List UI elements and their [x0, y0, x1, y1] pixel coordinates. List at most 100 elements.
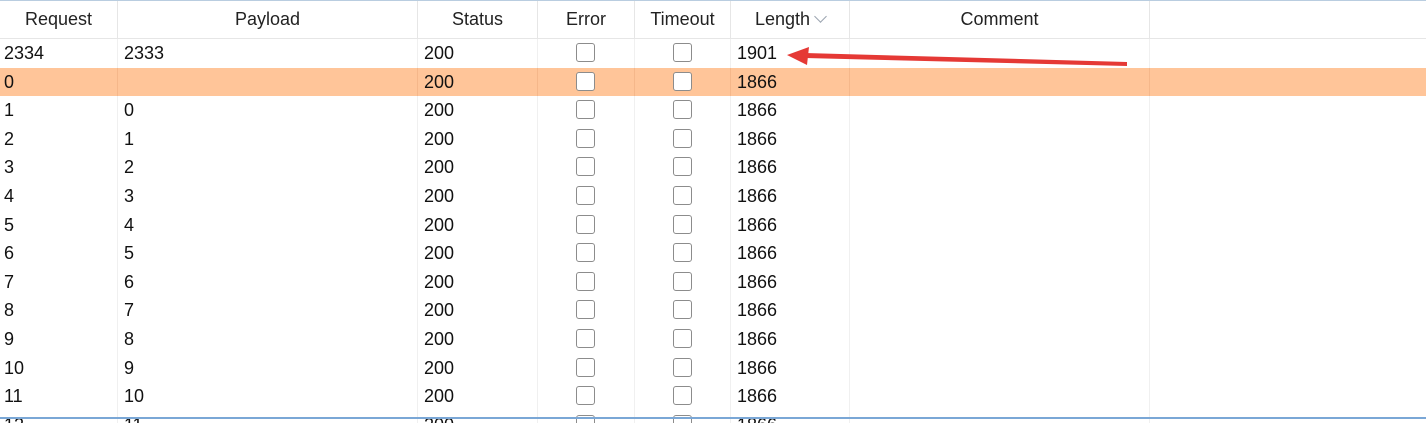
cell-request: 0 — [0, 67, 118, 97]
cell-comment — [850, 382, 1150, 411]
table-row[interactable]: 7 6 200 1866 — [0, 267, 1426, 297]
table-row[interactable]: 0 200 1866 — [0, 67, 1426, 97]
cell-request: 6 — [0, 239, 118, 268]
cell-error — [538, 353, 635, 383]
cell-payload: 0 — [118, 96, 418, 125]
timeout-checkbox — [672, 300, 692, 320]
table-row[interactable]: 1 0 200 1866 — [0, 96, 1426, 125]
column-header-payload[interactable]: Payload — [118, 1, 418, 38]
table-header: Request Payload Status Error Timeout Len… — [0, 1, 1426, 39]
cell-length: 1866 — [731, 296, 850, 325]
cell-status: 200 — [418, 67, 538, 97]
panel-splitter[interactable] — [0, 417, 1426, 419]
table-row[interactable]: 3 2 200 1866 — [0, 153, 1426, 182]
error-checkbox — [576, 386, 595, 406]
cell-error — [538, 239, 635, 268]
column-header-length[interactable]: Length — [731, 1, 850, 38]
cell-length: 1866 — [731, 267, 850, 297]
cell-timeout — [635, 39, 731, 68]
column-header-label: Comment — [960, 9, 1039, 29]
error-checkbox — [576, 71, 595, 91]
column-header-timeout[interactable]: Timeout — [635, 1, 731, 38]
table-body: 2334 2333 200 1901 0 200 1866 1 0 200 1866 2 1 200 186… — [0, 39, 1426, 423]
cell-comment — [850, 239, 1150, 268]
cell-error — [538, 96, 635, 125]
column-header-error[interactable]: Error — [538, 1, 635, 38]
cell-request: 7 — [0, 267, 118, 297]
column-header-request[interactable]: Request — [0, 1, 118, 38]
table-row[interactable]: 4 3 200 1866 — [0, 181, 1426, 211]
table-row[interactable]: 6 5 200 1866 — [0, 239, 1426, 268]
column-header-label: Error — [566, 9, 606, 29]
timeout-checkbox — [672, 157, 692, 177]
timeout-checkbox — [672, 100, 692, 120]
cell-length: 1866 — [731, 210, 850, 240]
results-table: Request Payload Status Error Timeout Len… — [0, 1, 1426, 423]
cell-length: 1866 — [731, 239, 850, 268]
cell-length: 1866 — [731, 124, 850, 154]
cell-timeout — [635, 267, 731, 297]
cell-status: 200 — [418, 382, 538, 411]
table-row[interactable]: 8 7 200 1866 — [0, 296, 1426, 325]
cell-payload: 7 — [118, 296, 418, 325]
cell-payload: 1 — [118, 124, 418, 154]
cell-status: 200 — [418, 296, 538, 325]
table-row[interactable]: 2334 2333 200 1901 — [0, 39, 1426, 68]
cell-timeout — [635, 181, 731, 211]
cell-error — [538, 210, 635, 240]
cell-payload: 6 — [118, 267, 418, 297]
cell-comment — [850, 324, 1150, 354]
cell-request: 3 — [0, 153, 118, 182]
cell-timeout — [635, 210, 731, 240]
cell-timeout — [635, 67, 731, 97]
cell-comment — [850, 96, 1150, 125]
intruder-results-panel: Request Payload Status Error Timeout Len… — [0, 0, 1426, 423]
cell-timeout — [635, 153, 731, 182]
cell-length: 1866 — [731, 181, 850, 211]
timeout-checkbox — [672, 328, 692, 348]
cell-payload: 10 — [118, 382, 418, 411]
timeout-checkbox — [672, 71, 692, 91]
cell-comment — [850, 267, 1150, 297]
column-header-label: Payload — [234, 9, 301, 29]
cell-request: 9 — [0, 324, 118, 354]
timeout-checkbox — [672, 357, 692, 377]
cell-request: 1 — [0, 96, 118, 125]
table-row[interactable]: 5 4 200 1866 — [0, 210, 1426, 240]
cell-comment — [850, 39, 1150, 68]
cell-timeout — [635, 324, 731, 354]
timeout-checkbox — [672, 386, 692, 406]
cell-comment — [850, 153, 1150, 182]
cell-payload: 8 — [118, 324, 418, 354]
table-row[interactable]: 10 9 200 1866 — [0, 353, 1426, 383]
cell-comment — [850, 181, 1150, 211]
table-row[interactable]: 2 1 200 1866 — [0, 124, 1426, 154]
table-row[interactable]: 9 8 200 1866 — [0, 324, 1426, 354]
cell-status: 200 — [418, 239, 538, 268]
cell-comment — [850, 353, 1150, 383]
cell-payload: 9 — [118, 353, 418, 383]
error-checkbox — [576, 43, 595, 62]
cell-length: 1866 — [731, 96, 850, 125]
cell-error — [538, 39, 635, 68]
error-checkbox — [576, 185, 595, 205]
cell-status: 200 — [418, 39, 538, 68]
table-row[interactable]: 11 10 200 1866 — [0, 382, 1426, 411]
cell-length: 1901 — [731, 39, 850, 68]
cell-payload: 2333 — [118, 39, 418, 68]
error-checkbox — [576, 357, 595, 377]
cell-timeout — [635, 353, 731, 383]
column-header-status[interactable]: Status — [418, 1, 538, 38]
sort-descending-icon — [814, 10, 827, 23]
cell-comment — [850, 210, 1150, 240]
cell-status: 200 — [418, 96, 538, 125]
timeout-checkbox — [672, 185, 692, 205]
cell-error — [538, 324, 635, 354]
cell-length: 1866 — [731, 353, 850, 383]
cell-comment — [850, 296, 1150, 325]
cell-length: 1866 — [731, 153, 850, 182]
column-header-comment[interactable]: Comment — [850, 1, 1150, 38]
cell-timeout — [635, 239, 731, 268]
timeout-checkbox — [672, 271, 692, 291]
cell-length: 1866 — [731, 382, 850, 411]
